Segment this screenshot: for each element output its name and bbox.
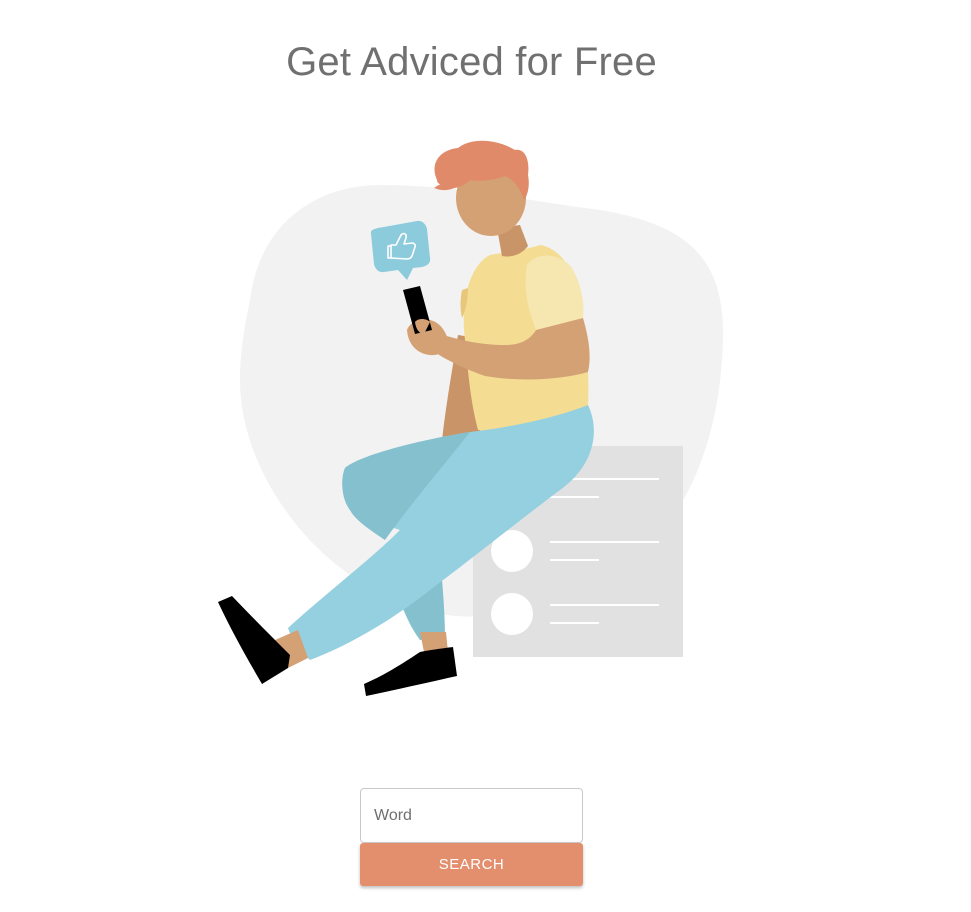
person-with-phone-illustration xyxy=(218,140,724,696)
right-shoe xyxy=(364,647,457,696)
search-button[interactable]: SEARCH xyxy=(360,843,583,886)
search-form: SEARCH xyxy=(360,788,583,886)
search-input[interactable] xyxy=(360,788,583,843)
page-title: Get Adviced for Free xyxy=(286,40,657,84)
